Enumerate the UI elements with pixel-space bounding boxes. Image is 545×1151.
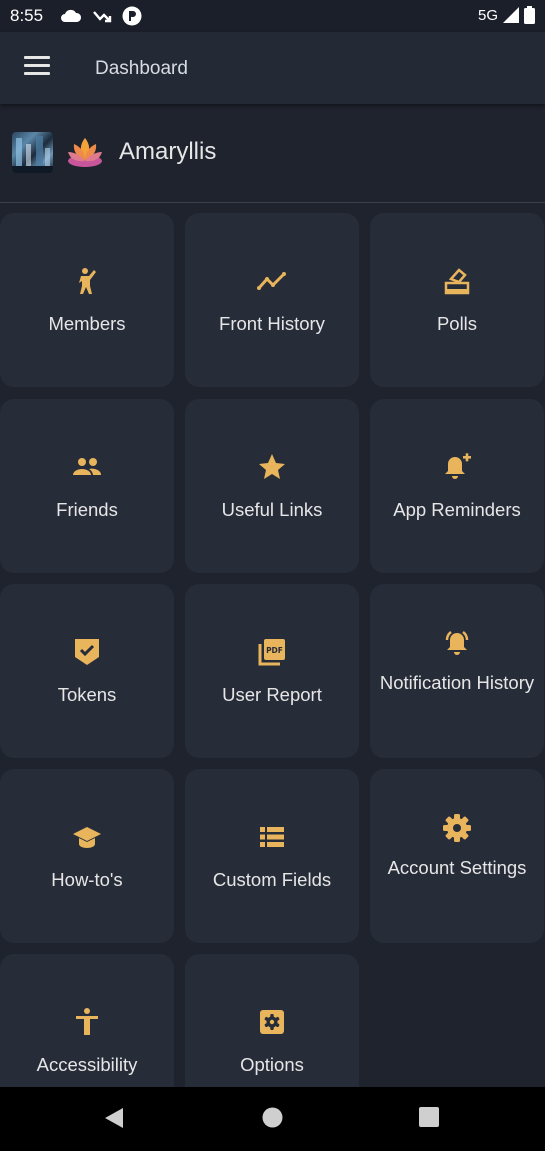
tile-label: Tokens xyxy=(57,684,117,705)
status-bar: 8:55 5G xyxy=(0,0,545,32)
settings-box-icon xyxy=(260,1010,284,1034)
app-notification-icon xyxy=(122,6,142,26)
dashboard-grid: Members Front History Polls Friends Usef… xyxy=(0,213,545,1087)
list-icon xyxy=(260,827,284,847)
tile-label: App Reminders xyxy=(393,499,521,520)
tile-label: Front History xyxy=(219,313,325,334)
tile-members[interactable]: Members xyxy=(0,213,174,387)
lotus-icon xyxy=(68,138,102,167)
tile-tokens[interactable]: Tokens xyxy=(0,584,174,758)
system-header[interactable]: Amaryllis xyxy=(0,108,545,203)
tile-label: Members xyxy=(48,313,126,334)
back-icon[interactable] xyxy=(104,1107,124,1129)
tile-account-settings[interactable]: Account Settings xyxy=(370,769,544,943)
people-icon xyxy=(73,458,102,475)
tile-label: Accessibility xyxy=(36,1054,138,1075)
accessibility-icon xyxy=(76,1008,98,1035)
tile-label: Useful Links xyxy=(221,499,323,520)
tile-how-tos[interactable]: How-to's xyxy=(0,769,174,943)
shield-check-icon xyxy=(75,639,99,665)
tile-useful-links[interactable]: Useful Links xyxy=(185,399,359,573)
page-title: Dashboard xyxy=(95,58,188,79)
tile-label: Notification History xyxy=(379,672,535,693)
ballot-box-icon xyxy=(444,268,470,295)
tile-label: Polls xyxy=(436,313,478,334)
tile-app-reminders[interactable]: App Reminders xyxy=(370,399,544,573)
graduation-cap-icon xyxy=(73,827,101,848)
cloud-icon xyxy=(61,9,82,22)
tile-label: How-to's xyxy=(51,869,123,890)
pdf-icon: PDF xyxy=(258,639,285,666)
recents-icon[interactable] xyxy=(419,1107,439,1127)
tile-front-history[interactable]: Front History xyxy=(185,213,359,387)
avatar[interactable] xyxy=(12,132,53,173)
svg-text:PDF: PDF xyxy=(266,646,283,655)
trend-line-icon xyxy=(257,272,286,290)
tile-polls[interactable]: Polls xyxy=(370,213,544,387)
person-waving-icon xyxy=(79,268,96,294)
signal-icon xyxy=(503,7,519,23)
tile-friends[interactable]: Friends xyxy=(0,399,174,573)
network-type: 5G xyxy=(477,6,498,24)
tile-label: Custom Fields xyxy=(212,869,332,890)
status-time: 8:55 xyxy=(10,6,44,25)
gear-icon xyxy=(443,814,471,842)
tile-custom-fields[interactable]: Custom Fields xyxy=(185,769,359,943)
system-name: Amaryllis xyxy=(119,138,217,165)
home-icon[interactable] xyxy=(262,1107,283,1128)
tile-label: Options xyxy=(240,1054,304,1075)
tile-user-report[interactable]: PDF User Report xyxy=(185,584,359,758)
tile-label: Account Settings xyxy=(387,857,527,878)
bell-ringing-icon xyxy=(445,631,469,655)
tile-notification-history[interactable]: Notification History xyxy=(370,584,544,758)
tile-options[interactable]: Options xyxy=(185,954,359,1087)
star-icon xyxy=(259,454,285,479)
app-bar: Dashboard xyxy=(0,32,545,104)
tile-accessibility[interactable]: Accessibility xyxy=(0,954,174,1087)
menu-icon[interactable] xyxy=(24,56,50,78)
tile-label: Friends xyxy=(56,499,118,520)
bell-plus-icon xyxy=(445,453,471,479)
missed-call-icon xyxy=(93,11,112,23)
battery-icon xyxy=(524,6,535,24)
tile-label: User Report xyxy=(222,684,322,705)
system-nav-bar xyxy=(0,1087,545,1151)
